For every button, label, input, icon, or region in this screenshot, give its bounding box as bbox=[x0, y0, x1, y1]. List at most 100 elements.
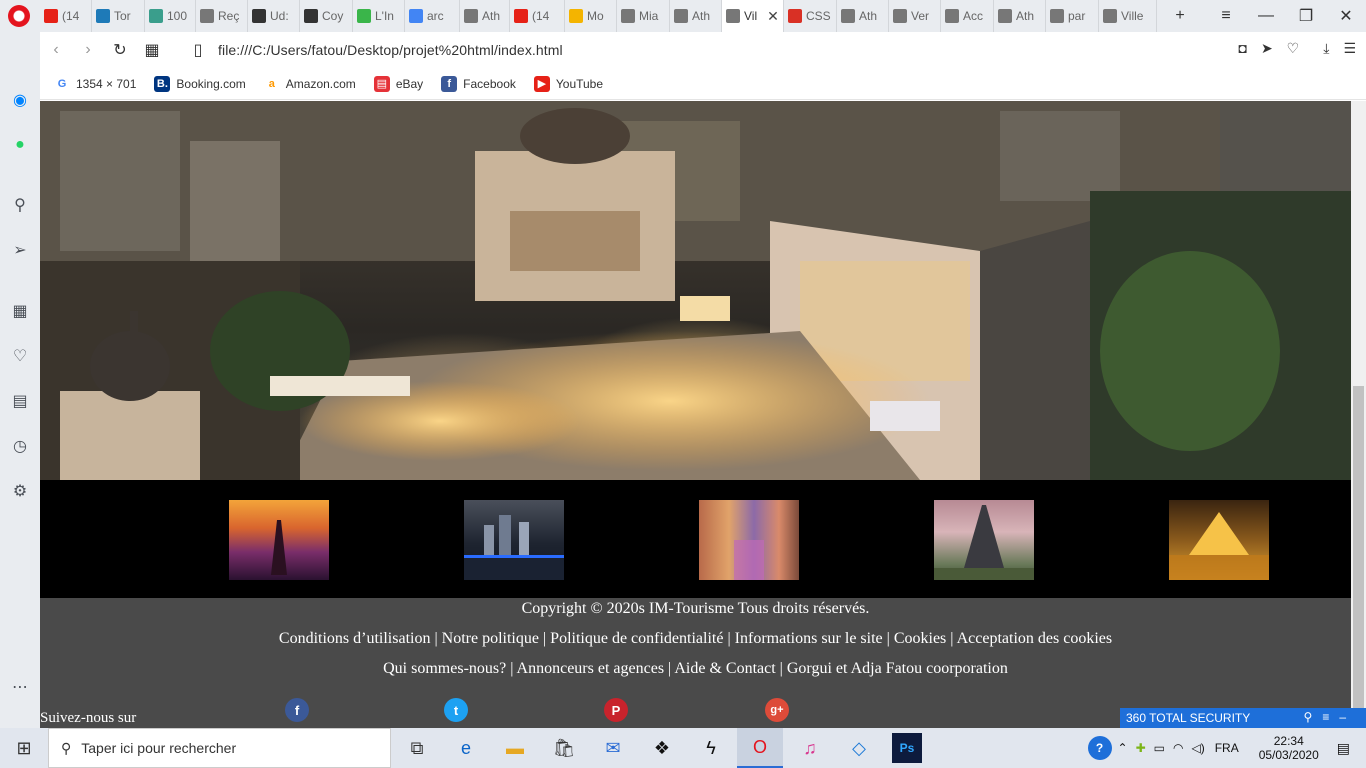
tab-label: Vil bbox=[744, 9, 758, 23]
gear-icon[interactable]: ⚙ bbox=[9, 480, 31, 502]
browser-tab[interactable]: Mia bbox=[617, 0, 670, 32]
bookmark-item[interactable]: G 1354 × 701 bbox=[54, 76, 137, 92]
task-view-icon[interactable]: ⧉ bbox=[401, 732, 433, 764]
browser-tab[interactable]: Ud: bbox=[248, 0, 300, 32]
browser-tab[interactable]: Ver bbox=[889, 0, 941, 32]
gallery-thumb-city-night[interactable] bbox=[464, 500, 564, 580]
security-tray-icon[interactable]: ✚ bbox=[1136, 741, 1146, 755]
footer-links-primary[interactable]: Conditions d’utilisation | Notre politiq… bbox=[40, 630, 1351, 648]
browser-tab[interactable]: Ath bbox=[994, 0, 1046, 32]
windows-start-icon[interactable]: ⊞ bbox=[8, 732, 40, 764]
notifications-icon[interactable]: ▤ bbox=[1337, 740, 1350, 757]
new-tab-button[interactable]: + bbox=[1160, 0, 1200, 32]
bookmark-item[interactable]: ▤ eBay bbox=[373, 75, 423, 92]
browser-tab[interactable]: arc bbox=[405, 0, 460, 32]
bookmark-item[interactable]: a Amazon.com bbox=[264, 76, 356, 92]
battery-icon[interactable]: ▭ bbox=[1154, 741, 1165, 755]
browser-tab[interactable]: Tor bbox=[92, 0, 145, 32]
maximize-button[interactable]: ❐ bbox=[1286, 0, 1326, 32]
forward-button[interactable]: › bbox=[72, 41, 104, 59]
opera-taskbar-icon[interactable]: O bbox=[737, 728, 783, 768]
gallery-thumb-venice-canal[interactable] bbox=[699, 500, 799, 580]
tab-label: L'In bbox=[375, 9, 394, 23]
browser-tab[interactable]: Reç bbox=[196, 0, 248, 32]
heart-icon[interactable]: ♡ bbox=[9, 345, 31, 367]
heart-icon[interactable]: ♡ bbox=[1287, 40, 1300, 57]
reload-button[interactable]: ↻ bbox=[104, 40, 136, 60]
settings-menu-icon[interactable]: ☰ bbox=[1343, 40, 1356, 57]
browser-tab[interactable]: CSS bbox=[784, 0, 837, 32]
browser-tab[interactable]: 100 bbox=[145, 0, 196, 32]
browser-tab[interactable]: L'In bbox=[353, 0, 405, 32]
url-field[interactable]: file:///C:/Users/fatou/Desktop/projet%20… bbox=[218, 42, 563, 58]
mail-icon[interactable]: ✉ bbox=[597, 732, 629, 764]
browser-tab[interactable]: (14 bbox=[40, 0, 92, 32]
browser-tab[interactable]: Ath bbox=[670, 0, 722, 32]
whatsapp-icon[interactable]: ● bbox=[9, 134, 31, 156]
twitter-icon[interactable]: t bbox=[444, 698, 468, 722]
messenger-icon[interactable]: ◉ bbox=[9, 89, 31, 111]
google-plus-icon[interactable]: g+ bbox=[765, 698, 789, 722]
speed-dial-icon[interactable]: ▦ bbox=[136, 40, 168, 60]
close-tab-icon[interactable]: ✕ bbox=[767, 8, 779, 25]
dropbox-icon[interactable]: ❖ bbox=[646, 732, 678, 764]
more-icon[interactable]: ⋯ bbox=[9, 676, 31, 698]
tab-menu-icon[interactable]: ≡ bbox=[1206, 0, 1246, 32]
help-icon[interactable]: ? bbox=[1087, 736, 1112, 760]
tab-favicon-icon bbox=[674, 9, 688, 23]
pinterest-icon[interactable]: P bbox=[604, 698, 628, 722]
tab-label: Acc bbox=[963, 9, 984, 23]
browser-tab[interactable]: Acc bbox=[941, 0, 994, 32]
chevron-up-icon[interactable]: ⌃ bbox=[1118, 741, 1128, 755]
browser-tab[interactable]: (14 bbox=[510, 0, 565, 32]
browser-tab[interactable]: Ville bbox=[1099, 0, 1157, 32]
file-explorer-icon[interactable]: ▬ bbox=[499, 732, 531, 764]
bookmark-item[interactable]: ▶ YouTube bbox=[533, 75, 603, 92]
page-scrollbar[interactable] bbox=[1351, 101, 1366, 728]
history-icon[interactable]: ◷ bbox=[9, 435, 31, 457]
itunes-icon[interactable]: ♫ bbox=[794, 732, 826, 764]
tab-label: Mia bbox=[639, 9, 659, 23]
minimize-button[interactable]: — bbox=[1246, 0, 1286, 32]
tab-favicon-icon bbox=[841, 9, 855, 23]
news-icon[interactable]: ▤ bbox=[9, 390, 31, 412]
scrollbar-thumb[interactable] bbox=[1353, 386, 1364, 726]
security-notification-bar[interactable]: 360 TOTAL SECURITY ⚲≡– bbox=[1120, 708, 1366, 728]
browser-tab[interactable]: Vil ✕ bbox=[722, 0, 784, 32]
tab-favicon-icon bbox=[788, 9, 802, 23]
back-button[interactable]: ‹ bbox=[40, 41, 72, 59]
footer-links-secondary[interactable]: Qui sommes-nous? | Annonceurs et agences… bbox=[40, 660, 1351, 678]
language-indicator[interactable]: FRA bbox=[1215, 741, 1239, 755]
security-controls-icon[interactable]: ⚲≡– bbox=[1304, 710, 1356, 724]
clock[interactable]: 22:34 05/03/2020 bbox=[1259, 734, 1319, 762]
download-icon[interactable]: ⤓ bbox=[1323, 40, 1329, 57]
wifi-icon[interactable]: ◠ bbox=[1173, 741, 1183, 755]
bookmark-item[interactable]: f Facebook bbox=[441, 75, 516, 92]
send-icon[interactable]: ➤ bbox=[1261, 40, 1273, 57]
camera-icon[interactable]: ◘ bbox=[1238, 40, 1246, 57]
taskbar-search-box[interactable]: ⚲ Taper ici pour rechercher bbox=[48, 728, 391, 768]
gallery-thumb-louvre-pyramid[interactable] bbox=[1169, 500, 1269, 580]
vscode-icon[interactable]: ◇ bbox=[843, 732, 875, 764]
opera-logo-icon[interactable] bbox=[8, 5, 30, 27]
browser-tab[interactable]: Ath bbox=[837, 0, 889, 32]
volume-icon[interactable]: ◁) bbox=[1191, 741, 1204, 755]
bookmarks-bar: G 1354 × 701 B. Booking.com a Amazon.com ▤ eBay… bbox=[40, 68, 1366, 100]
browser-tab[interactable]: par bbox=[1046, 0, 1099, 32]
search-icon[interactable]: ⚲ bbox=[9, 194, 31, 216]
photoshop-icon[interactable]: Ps bbox=[892, 733, 922, 763]
app-bolt-icon[interactable]: ϟ bbox=[695, 732, 727, 764]
browser-tab[interactable]: Coy bbox=[300, 0, 353, 32]
browser-tab[interactable]: Mo bbox=[565, 0, 617, 32]
bookmark-icon: G bbox=[57, 77, 67, 90]
edge-icon[interactable]: e bbox=[450, 732, 482, 764]
send-icon[interactable]: ➢ bbox=[9, 239, 31, 261]
close-window-button[interactable]: ✕ bbox=[1326, 0, 1366, 32]
browser-tab[interactable]: Ath bbox=[460, 0, 510, 32]
gallery-thumb-eiffel-tower[interactable] bbox=[934, 500, 1034, 580]
speed-dial-icon[interactable]: ▦ bbox=[9, 300, 31, 322]
facebook-icon[interactable]: f bbox=[285, 698, 309, 722]
bookmark-item[interactable]: B. Booking.com bbox=[154, 75, 246, 92]
store-icon[interactable]: 🛍 bbox=[548, 732, 580, 764]
gallery-thumb-paris-sunset[interactable] bbox=[229, 500, 329, 580]
